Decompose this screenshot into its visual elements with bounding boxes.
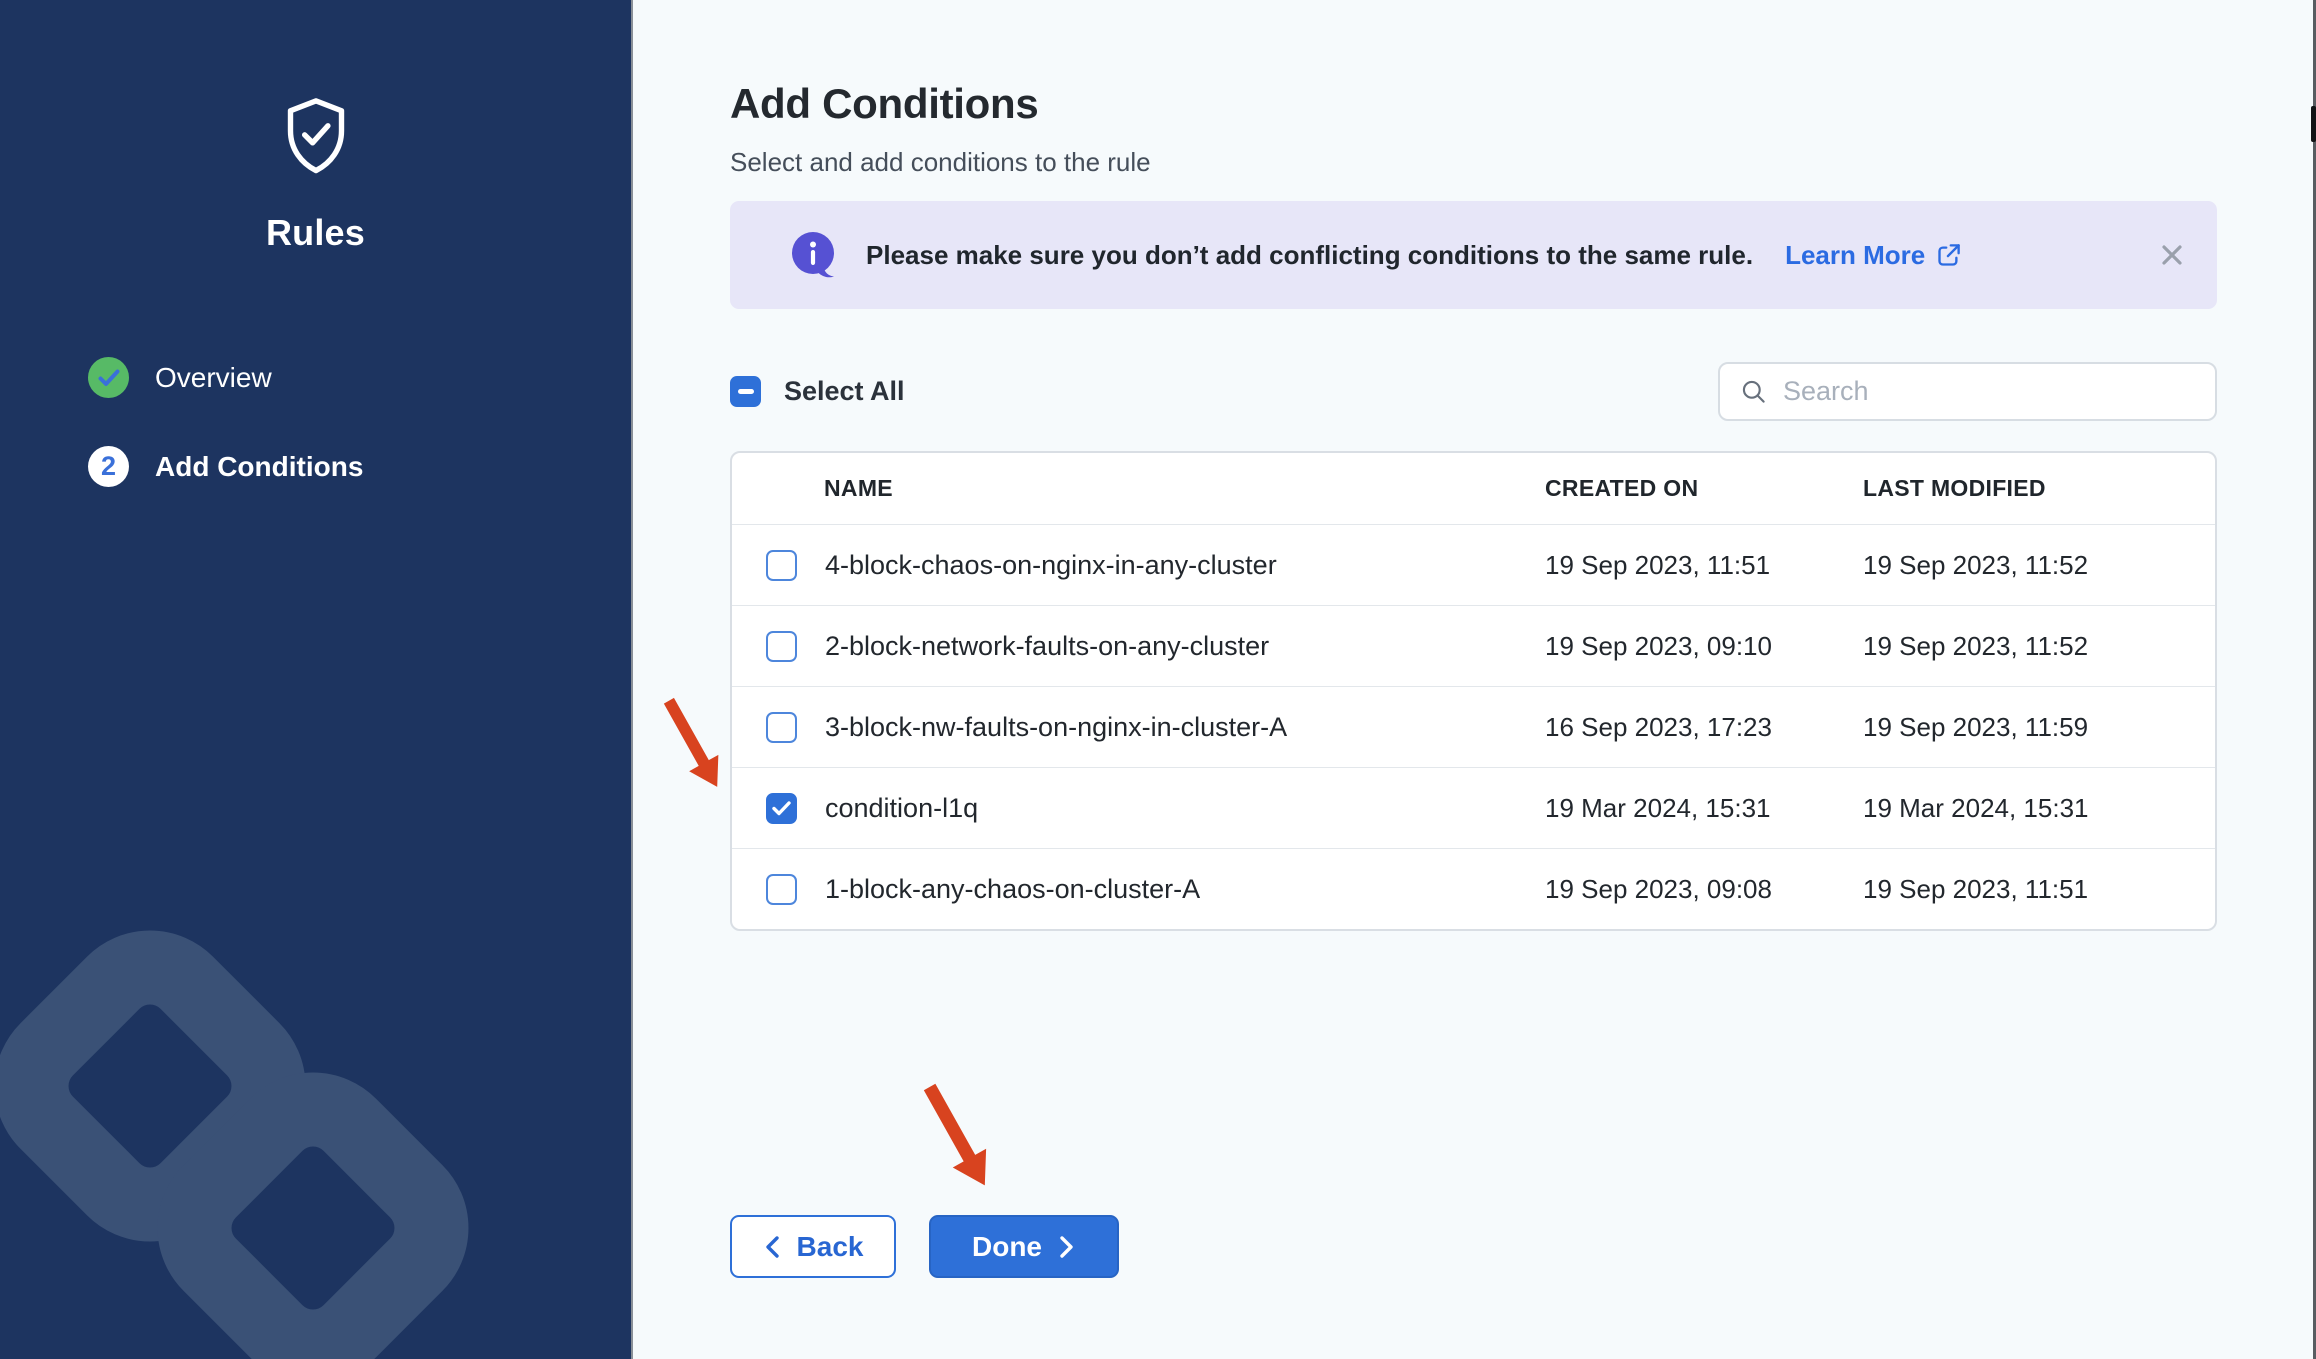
select-all-checkbox[interactable] <box>730 376 761 407</box>
column-header-created-on: CREATED ON <box>1545 475 1863 502</box>
info-bubble-icon <box>790 231 838 279</box>
info-banner: Please make sure you don’t add conflicti… <box>730 201 2217 309</box>
table-row: 3-block-nw-faults-on-nginx-in-cluster-A … <box>732 686 2215 767</box>
table-row-selected: condition-l1q 19 Mar 2024, 15:31 19 Mar … <box>732 767 2215 848</box>
learn-more-label: Learn More <box>1785 240 1925 271</box>
condition-name: condition-l1q <box>825 793 978 824</box>
table-row: 2-block-network-faults-on-any-cluster 19… <box>732 605 2215 686</box>
external-link-icon <box>1935 242 1962 269</box>
table-row: 1-block-any-chaos-on-cluster-A 19 Sep 20… <box>732 848 2215 929</box>
row-checkbox[interactable] <box>766 793 797 824</box>
banner-close-button[interactable] <box>2153 236 2191 274</box>
sidebar-title: Rules <box>0 212 631 254</box>
magnifier-icon <box>1740 378 1767 405</box>
chevron-right-icon <box>1056 1235 1076 1259</box>
column-header-last-modified: LAST MODIFIED <box>1863 475 2215 502</box>
learn-more-link[interactable]: Learn More <box>1785 240 1962 271</box>
row-checkbox[interactable] <box>766 550 797 581</box>
step-label: Add Conditions <box>155 451 363 483</box>
condition-name: 3-block-nw-faults-on-nginx-in-cluster-A <box>825 712 1287 743</box>
scrollbar-thumb[interactable] <box>2311 106 2316 142</box>
last-modified-value: 19 Sep 2023, 11:51 <box>1863 874 2215 905</box>
condition-name: 2-block-network-faults-on-any-cluster <box>825 631 1269 662</box>
row-checkbox[interactable] <box>766 874 797 905</box>
condition-name: 4-block-chaos-on-nginx-in-any-cluster <box>825 550 1277 581</box>
last-modified-value: 19 Sep 2023, 11:52 <box>1863 631 2215 662</box>
created-on-value: 16 Sep 2023, 17:23 <box>1545 712 1863 743</box>
main-panel: Add Conditions Select and add conditions… <box>635 0 2316 1359</box>
banner-message: Please make sure you don’t add conflicti… <box>866 240 1753 271</box>
sidebar-step-overview[interactable]: Overview <box>88 357 363 398</box>
created-on-value: 19 Sep 2023, 09:08 <box>1545 874 1863 905</box>
select-all-label: Select All <box>784 376 905 407</box>
page-subtitle: Select and add conditions to the rule <box>730 147 1151 178</box>
search-box[interactable] <box>1718 362 2217 421</box>
row-checkbox[interactable] <box>766 712 797 743</box>
chevron-left-icon <box>763 1235 783 1259</box>
created-on-value: 19 Sep 2023, 09:10 <box>1545 631 1863 662</box>
row-checkbox[interactable] <box>766 631 797 662</box>
condition-name: 1-block-any-chaos-on-cluster-A <box>825 874 1200 905</box>
wizard-sidebar: Rules Overview 2 Add Conditions <box>0 0 633 1359</box>
done-button-label: Done <box>972 1231 1042 1263</box>
back-button[interactable]: Back <box>730 1215 896 1278</box>
conditions-table: NAME CREATED ON LAST MODIFIED 4-block-ch… <box>730 451 2217 931</box>
table-row: 4-block-chaos-on-nginx-in-any-cluster 19… <box>732 524 2215 605</box>
column-header-name: NAME <box>732 475 1545 502</box>
page-title: Add Conditions <box>730 80 1038 128</box>
sidebar-step-add-conditions[interactable]: 2 Add Conditions <box>88 446 363 487</box>
step-label: Overview <box>155 362 272 394</box>
shield-check-icon <box>282 95 350 182</box>
wizard-steps: Overview 2 Add Conditions <box>88 357 363 535</box>
select-all-control[interactable]: Select All <box>730 376 905 407</box>
search-input[interactable] <box>1783 376 2195 407</box>
close-x-icon <box>2157 240 2187 270</box>
created-on-value: 19 Sep 2023, 11:51 <box>1545 550 1863 581</box>
step-number-badge: 2 <box>88 446 129 487</box>
table-header-row: NAME CREATED ON LAST MODIFIED <box>732 453 2215 524</box>
done-button[interactable]: Done <box>929 1215 1119 1278</box>
last-modified-value: 19 Sep 2023, 11:59 <box>1863 712 2215 743</box>
step-complete-check-icon <box>88 357 129 398</box>
back-button-label: Back <box>797 1231 864 1263</box>
last-modified-value: 19 Sep 2023, 11:52 <box>1863 550 2215 581</box>
last-modified-value: 19 Mar 2024, 15:31 <box>1863 793 2215 824</box>
created-on-value: 19 Mar 2024, 15:31 <box>1545 793 1863 824</box>
